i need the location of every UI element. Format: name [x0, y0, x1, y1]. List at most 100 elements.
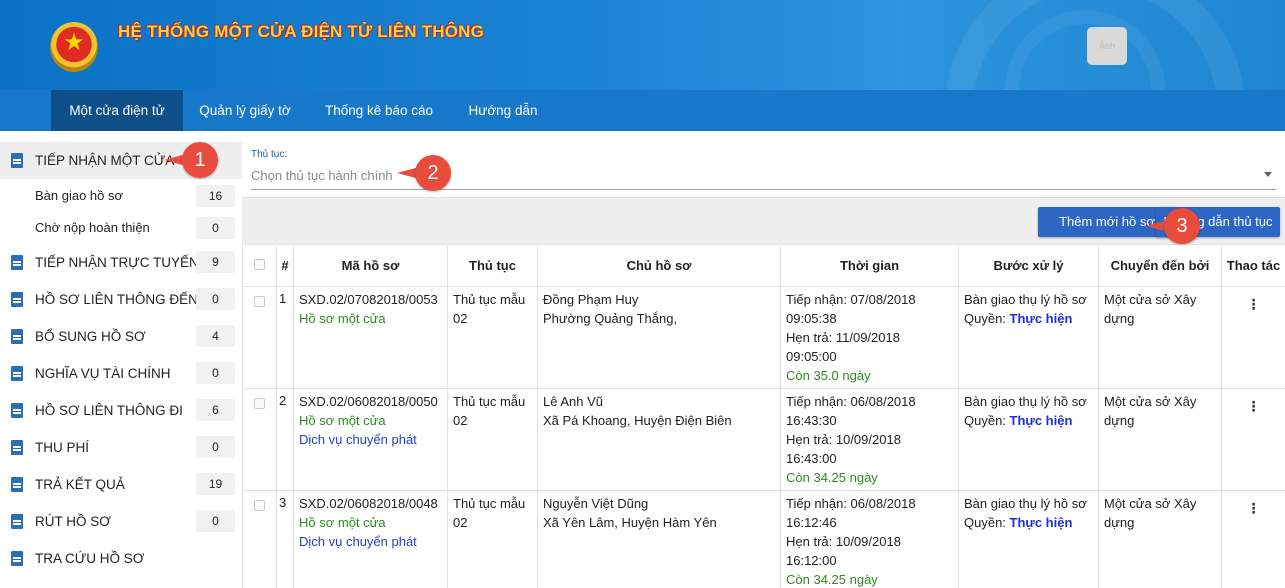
sidebar-item-tra-ket-qua[interactable]: TRẢ KẾT QUẢ 19	[0, 466, 242, 503]
count-badge: 0	[196, 217, 235, 239]
column-header: Bước xử lý	[958, 244, 1099, 287]
document-icon	[11, 514, 23, 529]
record-code[interactable]: SXD.02/07082018/0053	[299, 290, 442, 309]
row-checkbox[interactable]	[254, 500, 265, 511]
record-type: Hồ sơ một cửa	[299, 413, 386, 428]
procedure-placeholder: Chọn thủ tục hành chính	[251, 168, 393, 183]
column-header: Thời gian	[780, 244, 959, 287]
actions-cell: ⋮	[1221, 286, 1285, 389]
role-value: Thực hiện	[1009, 413, 1073, 428]
due-time: Hẹn trả: 11/09/2018 09:05:00	[786, 330, 900, 364]
sidebar-item-label: NGHĨA VỤ TÀI CHÍNH	[35, 366, 171, 381]
sidebar-item-bo-sung-ho-so[interactable]: BỔ SUNG HỒ SƠ 4	[0, 318, 242, 355]
sidebar-item-ho-so-lien-thong-di[interactable]: HỒ SƠ LIÊN THÔNG ĐI 6	[0, 392, 242, 429]
app-header: ★ HỆ THỐNG MỘT CỬA ĐIỆN TỬ LIÊN THÔNG Ản…	[0, 0, 1285, 90]
owner-address: Phường Quảng Thắng,	[543, 311, 678, 326]
remaining-time: Còn 34.25 ngày	[786, 572, 878, 587]
record-type: Hồ sơ một cửa	[299, 515, 386, 530]
toolbar: Thêm mới hồ sơ Hướng dẫn thủ tục	[242, 197, 1285, 244]
row-number: 2	[276, 388, 294, 491]
nav-tab-mot-cua[interactable]: Một cửa điện tử	[51, 90, 183, 131]
record-code-cell: SXD.02/06082018/0048 Hồ sơ một cửa Dịch …	[293, 490, 448, 588]
column-header: Chuyển đến bởi	[1098, 244, 1222, 287]
step-name: Bàn giao thụ lý hồ sơ	[964, 292, 1087, 307]
count-badge: 0	[196, 510, 235, 532]
select-all-header[interactable]	[242, 244, 277, 287]
document-icon	[11, 329, 23, 344]
owner-address: Xã Yên Lâm, Huyện Hàm Yên	[543, 515, 717, 530]
table-row[interactable]: 1 SXD.02/07082018/0053 Hồ sơ một cửa Thủ…	[242, 286, 1285, 389]
more-actions-icon[interactable]: ⋮	[1247, 500, 1261, 516]
callout-number: 2	[415, 155, 451, 191]
time-cell: Tiếp nhận: 07/08/2018 09:05:38 Hẹn trả: …	[780, 286, 959, 389]
user-avatar[interactable]: Ảnh	[1087, 27, 1127, 65]
delivery-service: Dịch vụ chuyển phát	[299, 534, 417, 549]
remaining-time: Còn 34.25 ngày	[786, 470, 878, 485]
record-code[interactable]: SXD.02/06082018/0048	[299, 494, 442, 513]
sidebar-item-ho-so-lien-thong-den[interactable]: HỒ SƠ LIÊN THÔNG ĐẾN 0	[0, 281, 242, 318]
document-icon	[11, 153, 23, 168]
from-cell: Một cửa sở Xây dựng	[1098, 286, 1222, 389]
sidebar-item-cho-nop-hoan-thien[interactable]: Chờ nộp hoàn thiện 0	[0, 210, 242, 247]
owner-cell: Đồng Phạm Huy Phường Quảng Thắng,	[537, 286, 781, 389]
owner-cell: Nguyễn Việt Dũng Xã Yên Lâm, Huyện Hàm Y…	[537, 490, 781, 588]
column-header: Chủ hồ sơ	[537, 244, 781, 287]
records-table: # Mã hồ sơ Thủ tục Chủ hồ sơ Thời gian B…	[242, 244, 1285, 588]
nav-tab-quan-ly-giay-to[interactable]: Quản lý giấy tờ	[190, 90, 300, 131]
time-cell: Tiếp nhận: 06/08/2018 16:12:46 Hẹn trả: …	[780, 490, 959, 588]
row-number: 1	[276, 286, 294, 389]
main-nav: Một cửa điện tử Quản lý giấy tờ Thống kê…	[0, 90, 1285, 131]
more-actions-icon[interactable]: ⋮	[1247, 398, 1261, 414]
row-select-cell[interactable]	[242, 490, 277, 588]
count-badge: 16	[196, 185, 235, 207]
time-cell: Tiếp nhận: 06/08/2018 16:43:30 Hẹn trả: …	[780, 388, 959, 491]
count-badge: 4	[196, 325, 235, 347]
sidebar-item-label: TIẾP NHẬN MỘT CỬA	[35, 153, 175, 168]
actions-cell: ⋮	[1221, 490, 1285, 588]
more-actions-icon[interactable]: ⋮	[1247, 296, 1261, 312]
callout-number: 1	[182, 142, 218, 178]
national-emblem-icon: ★	[50, 22, 98, 72]
app-title: HỆ THỐNG MỘT CỬA ĐIỆN TỬ LIÊN THÔNG	[118, 22, 485, 41]
owner-address: Xã Pá Khoang, Huyện Điện Biên	[543, 413, 732, 428]
document-icon	[11, 477, 23, 492]
sidebar-item-label: BỔ SUNG HỒ SƠ	[35, 329, 146, 344]
role-value: Thực hiện	[1009, 515, 1073, 530]
sidebar-item-nghia-vu-tai-chinh[interactable]: NGHĨA VỤ TÀI CHÍNH 0	[0, 355, 242, 392]
sidebar-item-tiep-nhan-truc-tuyen[interactable]: TIẾP NHẬN TRỰC TUYẾN 9	[0, 244, 242, 281]
count-badge: 0	[196, 362, 235, 384]
owner-name: Nguyễn Việt Dũng	[543, 496, 649, 511]
nav-tab-huong-dan[interactable]: Hướng dẫn	[458, 90, 548, 131]
document-icon	[11, 292, 23, 307]
sidebar-item-label: TIẾP NHẬN TRỰC TUYẾN	[35, 255, 199, 270]
table-row[interactable]: 3 SXD.02/06082018/0048 Hồ sơ một cửa Dịc…	[242, 490, 1285, 588]
procedure-cell: Thủ tục mẫu 02	[447, 286, 538, 389]
count-badge: 0	[196, 288, 235, 310]
remaining-time: Còn 35.0 ngày	[786, 368, 871, 383]
column-header: #	[276, 244, 294, 287]
sidebar-item-label: RÚT HỒ SƠ	[35, 514, 111, 529]
row-number: 3	[276, 490, 294, 588]
owner-name: Lê Anh Vũ	[543, 394, 603, 409]
row-select-cell[interactable]	[242, 286, 277, 389]
received-time: Tiếp nhận: 06/08/2018 16:12:46	[786, 496, 916, 530]
record-code[interactable]: SXD.02/06082018/0050	[299, 392, 442, 411]
sidebar-item-label: TRA CỨU HỒ SƠ	[35, 551, 145, 566]
nav-tab-thong-ke-bao-cao[interactable]: Thống kê báo cáo	[314, 90, 444, 131]
role-prefix: Quyền:	[964, 311, 1006, 326]
due-time: Hẹn trả: 10/09/2018 16:43:00	[786, 432, 901, 466]
select-all-checkbox[interactable]	[254, 259, 265, 270]
row-checkbox[interactable]	[254, 398, 265, 409]
sidebar-item-rut-ho-so[interactable]: RÚT HỒ SƠ 0	[0, 503, 242, 540]
sidebar-item-label: Chờ nộp hoàn thiện	[35, 220, 150, 235]
column-header: Mã hồ sơ	[293, 244, 448, 287]
table-row[interactable]: 2 SXD.02/06082018/0050 Hồ sơ một cửa Dịc…	[242, 388, 1285, 491]
row-checkbox[interactable]	[254, 296, 265, 307]
sidebar-item-thu-phi[interactable]: THU PHÍ 0	[0, 429, 242, 466]
procedure-label: Thủ tục:	[251, 149, 288, 160]
document-icon	[11, 551, 23, 566]
sidebar-item-tra-cuu-ho-so[interactable]: TRA CỨU HỒ SƠ	[0, 540, 242, 577]
sidebar: TIẾP NHẬN MỘT CỬA Bàn giao hồ sơ 16 Chờ …	[0, 140, 242, 588]
row-select-cell[interactable]	[242, 388, 277, 491]
sidebar-item-label: TRẢ KẾT QUẢ	[35, 477, 125, 492]
